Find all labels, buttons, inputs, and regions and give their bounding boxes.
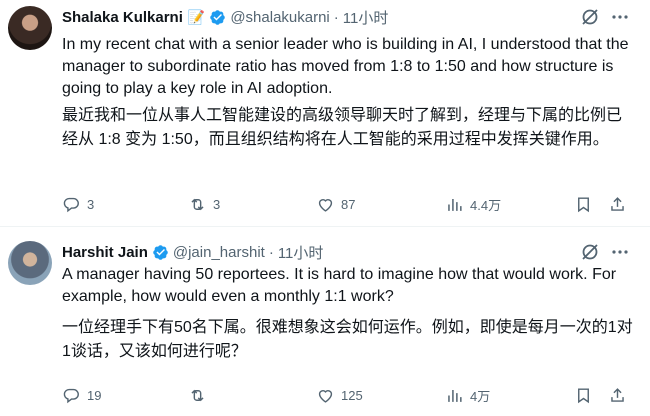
tweet-thread: Shalaka Kulkarni 📝 @shalakukarni · 11小时 …: [0, 0, 650, 416]
repost-button[interactable]: 3: [188, 194, 220, 214]
views-button[interactable]: 4万: [445, 385, 490, 405]
reply-count: 3: [87, 196, 95, 212]
views-chart-icon: [448, 389, 462, 402]
author-handle[interactable]: @shalakukarni: [230, 9, 329, 26]
repost-icon: [191, 198, 204, 210]
reply-count: 19: [87, 387, 102, 403]
timestamp[interactable]: 11小时: [343, 7, 389, 28]
like-button[interactable]: 125: [316, 385, 363, 405]
reply-icon: [63, 197, 79, 212]
bookmark-button[interactable]: [574, 385, 593, 405]
tweet[interactable]: Shalaka Kulkarni 📝 @shalakukarni · 11小时 …: [0, 0, 650, 226]
separator: ·: [268, 243, 274, 261]
view-count: 4万: [470, 388, 491, 404]
bookmark-button[interactable]: [574, 194, 593, 214]
views-button[interactable]: 4.4万: [445, 194, 501, 214]
tweet-header: Harshit Jain @jain_harshit · 11小时: [62, 242, 323, 262]
share-icon: [611, 387, 624, 402]
share-button[interactable]: [608, 385, 627, 405]
reply-button[interactable]: 19: [62, 385, 101, 405]
author-name[interactable]: Harshit Jain: [62, 244, 148, 261]
grok-icon[interactable]: [580, 7, 600, 27]
heart-icon: [318, 198, 333, 212]
grok-icon[interactable]: [580, 242, 600, 262]
tweet-translation: 最近我和一位从事人工智能建设的高级领导聊天时了解到，经理与下属的比例已经从 1:…: [62, 107, 623, 148]
verified-badge-icon[interactable]: [152, 244, 169, 261]
action-bar: 19 125 4万: [62, 385, 637, 405]
repost-button[interactable]: [188, 385, 213, 405]
repost-count: 3: [213, 196, 221, 212]
view-count: 4.4万: [470, 197, 502, 213]
tweet-text: A manager having 50 reportees. It is har…: [62, 266, 617, 305]
bookmark-icon: [578, 387, 589, 403]
views-chart-icon: [448, 198, 462, 211]
share-button[interactable]: [608, 194, 627, 214]
bookmark-icon: [578, 196, 589, 212]
tweet-translation: 一位经理手下有50名下属。很难想象这会如何运作。例如，即使是每月一次的1对1谈话…: [62, 319, 633, 360]
verified-badge-icon[interactable]: [209, 9, 226, 26]
tweet[interactable]: Harshit Jain @jain_harshit · 11小时 A mana…: [0, 226, 650, 416]
author-emoji: 📝: [187, 8, 206, 25]
repost-icon: [191, 389, 204, 401]
tweet-text: In my recent chat with a senior leader w…: [62, 36, 629, 97]
more-icon[interactable]: [610, 242, 630, 262]
action-bar: 3 3 87 4.4万: [62, 194, 637, 214]
author-name[interactable]: Shalaka Kulkarni: [62, 9, 183, 26]
reply-button[interactable]: 3: [62, 194, 94, 214]
separator: ·: [333, 8, 339, 26]
more-icon[interactable]: [610, 7, 630, 27]
like-count: 125: [341, 387, 363, 403]
like-button[interactable]: 87: [316, 194, 355, 214]
tweet-header: Shalaka Kulkarni 📝 @shalakukarni · 11小时: [62, 7, 388, 27]
avatar[interactable]: [8, 241, 52, 285]
avatar[interactable]: [8, 6, 52, 50]
author-handle[interactable]: @jain_harshit: [173, 244, 265, 261]
like-count: 87: [341, 196, 356, 212]
share-icon: [611, 196, 624, 211]
reply-icon: [63, 388, 79, 403]
heart-icon: [318, 389, 333, 403]
timestamp[interactable]: 11小时: [278, 242, 324, 263]
